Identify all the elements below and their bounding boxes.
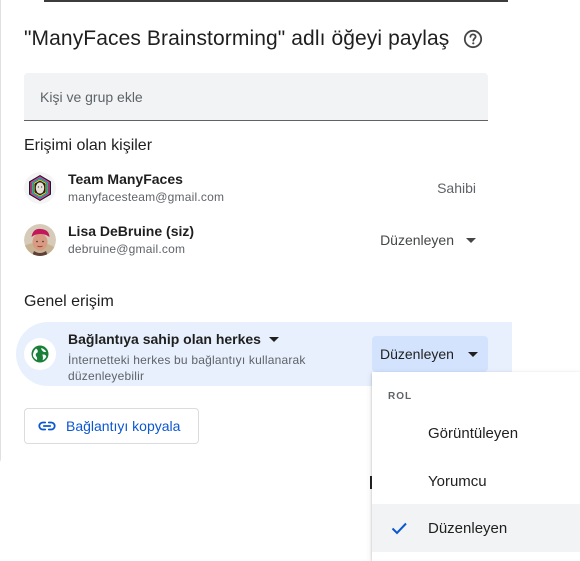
person-row-owner: Team ManyFaces manyfacesteam@gmail.com S…	[24, 168, 488, 208]
person-row-self: Lisa DeBruine (siz) debruine@gmail.com D…	[24, 220, 488, 260]
dialog-title: "ManyFaces Brainstorming" adlı öğeyi pay…	[24, 27, 450, 50]
role-option-commenter[interactable]: Yorumcu	[372, 457, 580, 505]
role-menu-heading: ROL	[388, 391, 413, 402]
owner-role-label: Sahibi	[437, 180, 476, 196]
dialog-header: "ManyFaces Brainstorming" adlı öğeyi pay…	[24, 27, 483, 51]
caret-down-icon	[466, 237, 476, 243]
general-access-heading: Genel erişim	[24, 293, 114, 310]
general-access-role-button[interactable]: Düzenleyen	[372, 336, 488, 372]
avatar-lisa-debruine	[24, 224, 56, 256]
dialog-left-edge	[0, 0, 1, 466]
link-icon	[38, 421, 56, 431]
help-circle-icon[interactable]	[463, 29, 483, 49]
access-description: İnternetteki herkes bu bağlantıyı kullan…	[68, 353, 306, 383]
caret-down-icon	[467, 351, 478, 357]
general-access-role-label: Düzenleyen	[380, 346, 454, 362]
add-people-input[interactable]	[24, 73, 488, 121]
role-menu: ROL Görüntüleyen Yorumcu Düzenleyen	[372, 372, 580, 561]
copy-link-label: Bağlantıyı kopyala	[66, 418, 181, 434]
avatar-team-manyfaces	[24, 172, 56, 204]
role-option-editor[interactable]: Düzenleyen	[372, 504, 580, 552]
access-scope-dropdown[interactable]: Bağlantıya sahip olan herkes	[68, 331, 279, 347]
checkmark-icon	[391, 522, 407, 535]
person-name: Team ManyFaces	[68, 171, 183, 187]
access-scope-label: Bağlantıya sahip olan herkes	[68, 331, 261, 347]
role-option-label: Düzenleyen	[428, 519, 508, 537]
role-option-viewer[interactable]: Görüntüleyen	[372, 409, 580, 457]
person-email: debruine@gmail.com	[68, 242, 186, 256]
role-option-label: Yorumcu	[428, 472, 487, 490]
caret-down-icon	[268, 336, 279, 342]
people-section-heading: Erişimi olan kişiler	[24, 137, 153, 154]
self-role-dropdown[interactable]: Düzenleyen	[380, 232, 476, 248]
role-option-label: Görüntüleyen	[428, 424, 519, 442]
person-name: Lisa DeBruine (siz)	[68, 223, 195, 239]
globe-icon	[24, 338, 56, 370]
self-role-label: Düzenleyen	[380, 232, 454, 248]
copy-link-button[interactable]: Bağlantıyı kopyala	[24, 408, 199, 444]
dialog-top-edge	[44, 0, 508, 2]
person-email: manyfacesteam@gmail.com	[68, 190, 225, 204]
